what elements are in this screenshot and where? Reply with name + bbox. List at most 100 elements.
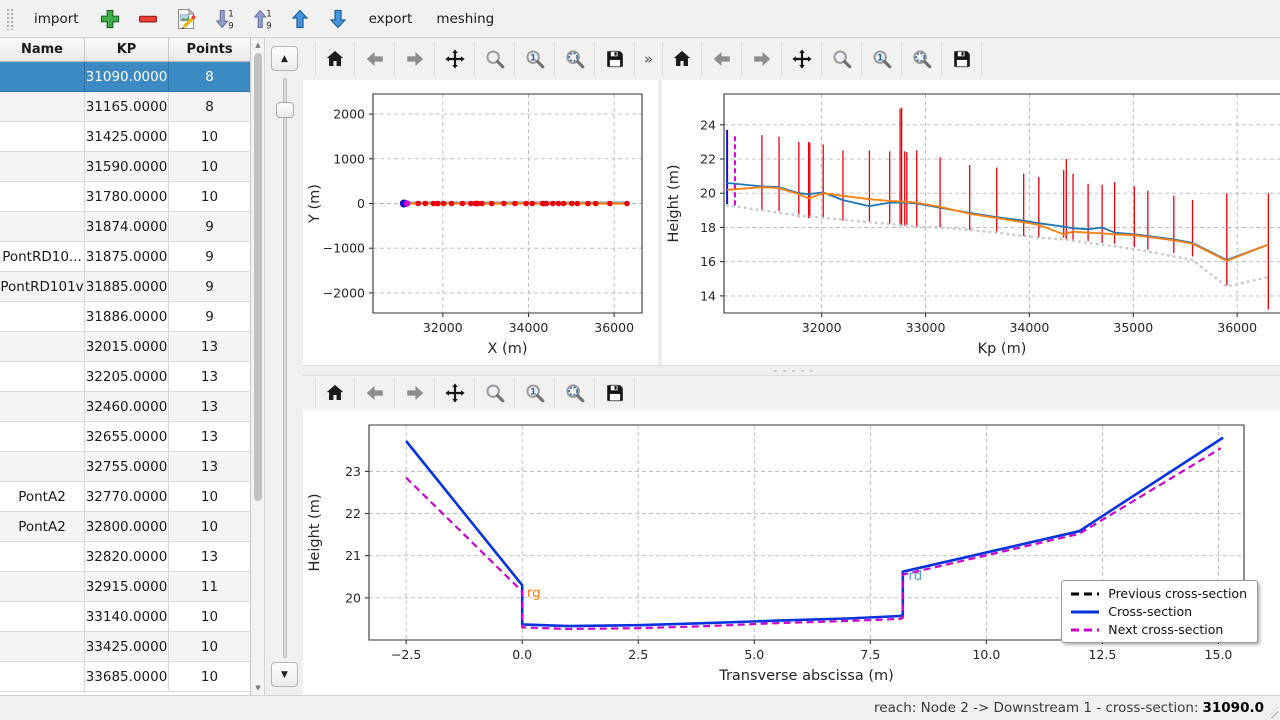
cross-section-chart-toolbar xyxy=(315,376,635,410)
profile-chart-canvas[interactable]: 3200033000340003500036000141618202224Kp … xyxy=(662,80,1280,365)
slider-thumb[interactable] xyxy=(276,102,294,118)
mpl-zoom-select-button[interactable] xyxy=(555,42,595,76)
table-row[interactable]: 32460.000013 xyxy=(0,392,250,422)
mpl-home-button[interactable] xyxy=(315,42,355,76)
mpl-save-button[interactable] xyxy=(595,378,635,408)
chart-legend: Previous cross-sectionCross-sectionNext … xyxy=(1061,580,1258,643)
cell-name xyxy=(0,152,85,182)
table-scrollbar[interactable]: ▲ ▼ xyxy=(252,38,265,695)
table-row[interactable]: 31165.00008 xyxy=(0,92,250,122)
edit-cross-section-button[interactable] xyxy=(169,3,203,35)
status-cross-section-value: 31090.0 xyxy=(1203,700,1265,716)
mpl-zoom-rect-button[interactable] xyxy=(475,42,515,76)
table-row[interactable]: 33140.000010 xyxy=(0,602,250,632)
move-down-button[interactable] xyxy=(321,3,355,35)
mpl-zoom-select-button[interactable] xyxy=(555,378,595,408)
toolbar-overflow-button[interactable]: » xyxy=(635,50,662,68)
cell-points: 10 xyxy=(169,662,251,692)
column-header-points[interactable]: Points xyxy=(169,38,251,61)
slider-track[interactable] xyxy=(283,78,287,658)
table-row[interactable]: 31425.000010 xyxy=(0,122,250,152)
table-row[interactable]: 31780.000010 xyxy=(0,182,250,212)
mpl-back-button[interactable] xyxy=(355,378,395,408)
table-row[interactable]: 31874.00009 xyxy=(0,212,250,242)
mpl-forward-button[interactable] xyxy=(742,42,782,76)
cross-section-chart-canvas[interactable]: rgrd−2.50.02.55.07.510.012.515.020212223… xyxy=(303,410,1280,695)
mpl-pan-button[interactable] xyxy=(782,42,822,76)
move-up-button[interactable] xyxy=(283,3,317,35)
sort-descending-button[interactable] xyxy=(207,3,241,35)
table-row[interactable]: 32915.000011 xyxy=(0,572,250,602)
cell-name xyxy=(0,302,85,332)
cell-kp: 32755.0000 xyxy=(85,452,169,482)
table-row[interactable]: 33425.000010 xyxy=(0,632,250,662)
table-row[interactable]: 33685.000010 xyxy=(0,662,250,692)
svg-text:rg: rg xyxy=(527,585,541,601)
table-body: 31090.0000831165.0000831425.00001031590.… xyxy=(0,62,250,692)
table-row[interactable]: 31886.00009 xyxy=(0,302,250,332)
add-icon xyxy=(98,7,122,31)
zoom-one-icon xyxy=(871,48,893,70)
table-row[interactable]: PontA232800.000010 xyxy=(0,512,250,542)
meshing-button[interactable]: meshing xyxy=(426,5,504,33)
svg-text:24: 24 xyxy=(700,117,716,132)
table-row[interactable]: 31590.000010 xyxy=(0,152,250,182)
table-row[interactable]: 32015.000013 xyxy=(0,332,250,362)
table-row[interactable]: 32820.000013 xyxy=(0,542,250,572)
mpl-save-button[interactable] xyxy=(595,42,635,76)
mpl-home-button[interactable] xyxy=(315,378,355,408)
table-row[interactable]: 32655.000013 xyxy=(0,422,250,452)
trace-chart-canvas[interactable]: 320003400036000−2000−1000010002000X (m)Y… xyxy=(303,80,658,365)
scroll-down-icon[interactable]: ▼ xyxy=(252,682,264,694)
cell-name xyxy=(0,212,85,242)
import-button[interactable]: import xyxy=(24,5,89,33)
table-scrollbar-thumb[interactable] xyxy=(254,53,262,501)
cell-points: 13 xyxy=(169,362,251,392)
resize-grip[interactable] xyxy=(1267,707,1278,718)
cell-name xyxy=(0,602,85,632)
svg-text:22: 22 xyxy=(345,506,361,521)
mpl-forward-button[interactable] xyxy=(395,42,435,76)
pan-icon xyxy=(791,48,813,70)
horizontal-splitter[interactable] xyxy=(303,365,1280,376)
main-toolbar: import export meshing xyxy=(0,0,1280,38)
mpl-pan-button[interactable] xyxy=(435,42,475,76)
svg-text:20: 20 xyxy=(345,590,361,605)
home-icon xyxy=(324,382,346,404)
scroll-up-icon[interactable]: ▲ xyxy=(252,39,264,51)
sort-ascending-button[interactable] xyxy=(245,3,279,35)
table-header: NameKPPoints xyxy=(0,38,250,62)
export-button[interactable]: export xyxy=(359,5,423,33)
mpl-zoom-select-button[interactable] xyxy=(902,42,942,76)
status-text: reach: Node 2 -> Downstream 1 - cross-se… xyxy=(874,700,1198,716)
cell-name: PontRD10... xyxy=(0,242,85,272)
cell-points: 13 xyxy=(169,422,251,452)
mpl-save-button[interactable] xyxy=(942,42,982,76)
mpl-back-button[interactable] xyxy=(702,42,742,76)
slider-down-button[interactable]: ▼ xyxy=(271,662,298,687)
mpl-zoom-one-button[interactable] xyxy=(862,42,902,76)
table-row[interactable]: 31090.00008 xyxy=(0,62,250,92)
slider-up-button[interactable]: ▲ xyxy=(271,46,298,71)
cell-points: 9 xyxy=(169,212,251,242)
mpl-pan-button[interactable] xyxy=(435,378,475,408)
mpl-forward-button[interactable] xyxy=(395,378,435,408)
table-row[interactable]: PontA232770.000010 xyxy=(0,482,250,512)
add-cross-section-button[interactable] xyxy=(93,3,127,35)
mpl-zoom-one-button[interactable] xyxy=(515,378,555,408)
mpl-home-button[interactable] xyxy=(662,42,702,76)
toolbar-grip[interactable] xyxy=(6,8,14,30)
table-row[interactable]: PontRD10...31875.00009 xyxy=(0,242,250,272)
svg-text:33000: 33000 xyxy=(906,320,946,335)
table-row[interactable]: 32755.000013 xyxy=(0,452,250,482)
column-header-kp[interactable]: KP xyxy=(85,38,169,61)
mpl-zoom-one-button[interactable] xyxy=(515,42,555,76)
column-header-name[interactable]: Name xyxy=(0,38,85,61)
table-row[interactable]: PontRD101v31885.00009 xyxy=(0,272,250,302)
mpl-zoom-rect-button[interactable] xyxy=(822,42,862,76)
table-row[interactable]: 32205.000013 xyxy=(0,362,250,392)
mpl-back-button[interactable] xyxy=(355,42,395,76)
edit-icon xyxy=(174,7,198,31)
mpl-zoom-rect-button[interactable] xyxy=(475,378,515,408)
remove-cross-section-button[interactable] xyxy=(131,3,165,35)
